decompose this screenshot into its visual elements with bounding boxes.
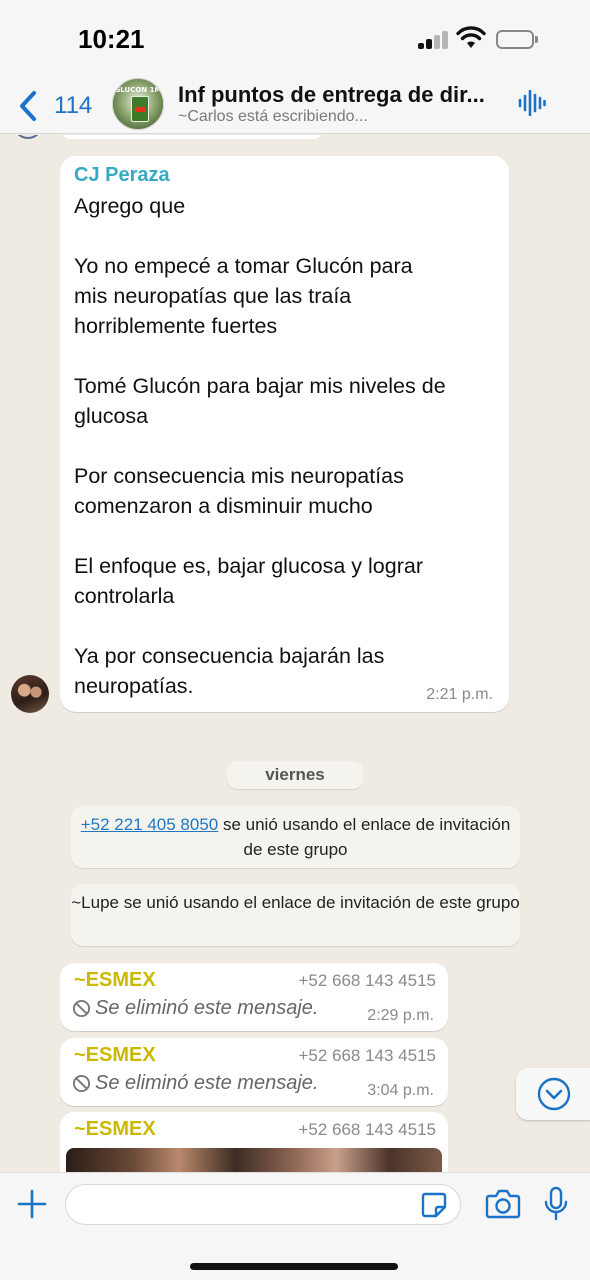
message-bubble-esmex[interactable]: ~ESMEX +52 668 143 4515 — [60, 1112, 448, 1172]
day-separator: viernes — [227, 761, 363, 789]
mic-icon[interactable] — [543, 1186, 569, 1222]
chat-area[interactable]: CJ Peraza Agrego que Yo no empecé a toma… — [0, 135, 590, 1172]
message-text: Agrego que Yo no empecé a tomar Glucón p… — [74, 194, 446, 698]
status-time: 10:21 — [78, 24, 145, 54]
back-button[interactable]: 114 — [16, 86, 92, 126]
battery-icon — [496, 30, 538, 49]
message-bubble-esmex[interactable]: ~ESMEX +52 668 143 4515 Se eliminó este … — [60, 1038, 448, 1106]
voice-wave-icon[interactable] — [518, 90, 546, 116]
sender-name: ~ESMEX — [74, 969, 156, 991]
message-input[interactable] — [65, 1184, 461, 1225]
avatar[interactable] — [11, 675, 49, 713]
system-message: +52 221 405 8050 se unió usando el enlac… — [71, 806, 520, 868]
camera-icon[interactable] — [485, 1189, 521, 1219]
sender-phone: +52 668 143 4515 — [298, 1120, 436, 1139]
chat-header: 114 GLUCON 1M Inf puntos de entrega de d… — [0, 78, 590, 134]
sender-name: ~ESMEX — [74, 1044, 156, 1066]
ban-icon — [72, 1074, 91, 1093]
deleted-message: Se eliminó este mensaje. — [72, 1072, 318, 1095]
sender-name: CJ Peraza — [74, 164, 170, 186]
ban-icon — [72, 999, 91, 1018]
system-message: ~Lupe se unió usando el enlace de invita… — [71, 884, 520, 946]
avatar — [13, 135, 43, 139]
phone-link[interactable]: +52 221 405 8050 — [81, 815, 219, 834]
message-time: 2:29 p.m. — [367, 1007, 434, 1024]
chevron-down-icon — [537, 1077, 571, 1111]
image-attachment[interactable] — [66, 1148, 442, 1172]
deleted-text: Se eliminó este mensaje. — [95, 997, 319, 1019]
system-text: se unió usando el enlace de invitación d… — [218, 815, 511, 859]
status-bar: 10:21 — [0, 0, 590, 78]
deleted-text: Se eliminó este mensaje. — [95, 1072, 319, 1094]
sender-name: ~ESMEX — [74, 1118, 156, 1140]
message-bubble-esmex[interactable]: ~ESMEX +52 668 143 4515 Se eliminó este … — [60, 963, 448, 1031]
scroll-to-bottom-button[interactable] — [516, 1068, 590, 1120]
input-bar — [0, 1172, 590, 1280]
sender-phone: +52 668 143 4515 — [298, 971, 436, 990]
message-bubble — [60, 135, 324, 139]
message-time: 3:04 p.m. — [367, 1082, 434, 1099]
back-count: 114 — [54, 92, 93, 119]
system-text: ~Lupe se unió usando el enlace de invita… — [71, 893, 520, 912]
wifi-icon — [456, 26, 486, 48]
chat-title[interactable]: Inf puntos de entrega de dir... — [178, 82, 508, 108]
message-bubble-cj-peraza[interactable]: CJ Peraza Agrego que Yo no empecé a toma… — [60, 156, 509, 712]
sticker-icon[interactable] — [421, 1192, 447, 1218]
plus-icon[interactable] — [16, 1188, 48, 1220]
sender-phone: +52 668 143 4515 — [298, 1046, 436, 1065]
deleted-message: Se eliminó este mensaje. — [72, 997, 318, 1020]
home-indicator — [190, 1263, 398, 1270]
message-time: 2:21 p.m. — [426, 686, 493, 703]
group-avatar[interactable]: GLUCON 1M — [112, 78, 164, 130]
typing-status: ~Carlos está escribiendo... — [178, 108, 368, 125]
chevron-left-icon — [20, 91, 36, 121]
avatar-label: GLUCON 1M — [114, 86, 162, 94]
signal-icon — [418, 31, 450, 49]
